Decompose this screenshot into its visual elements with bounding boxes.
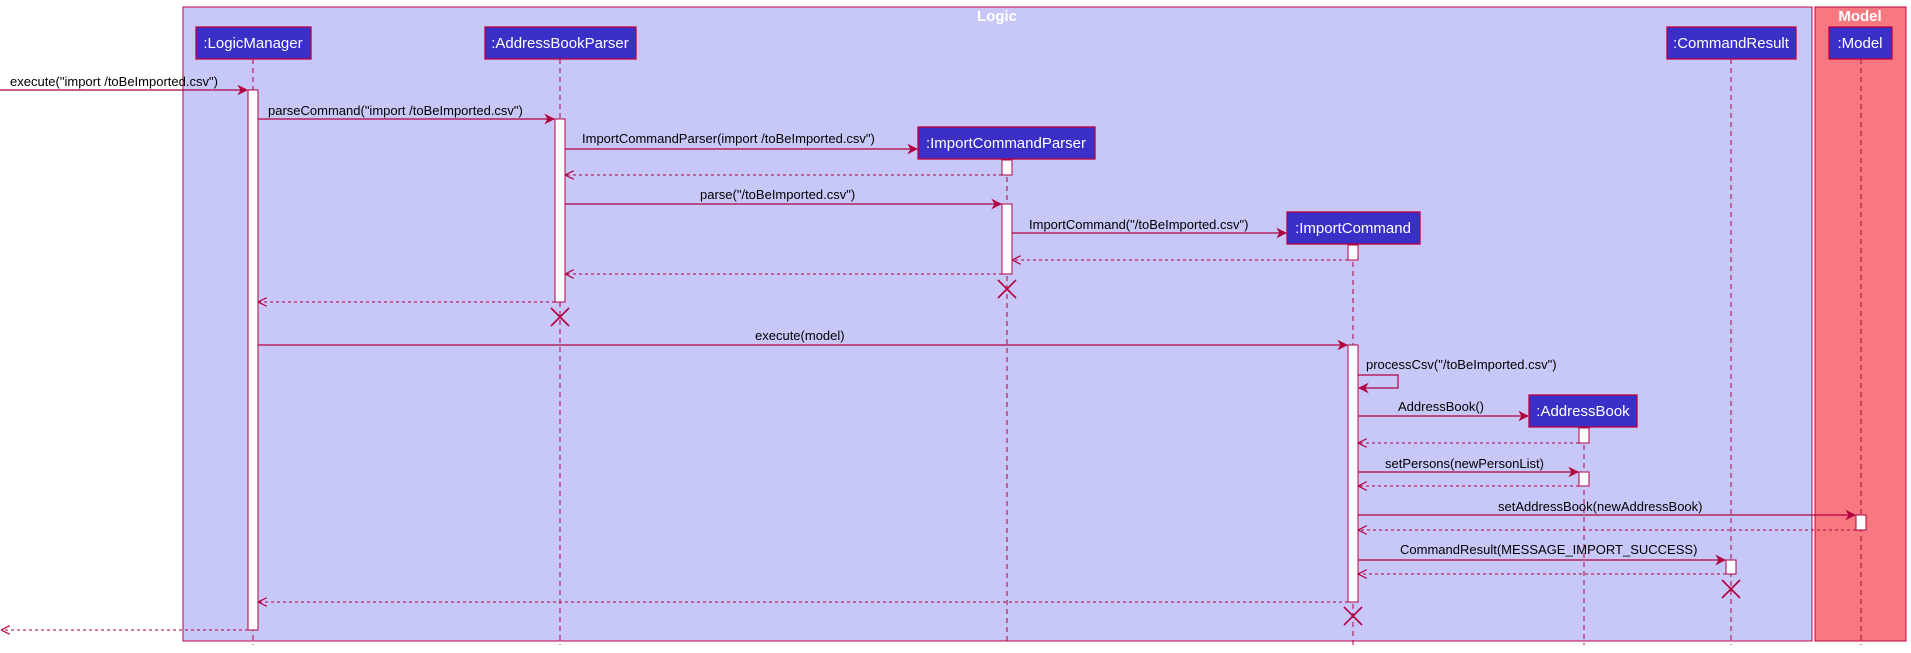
label-create-command-result: CommandResult(MESSAGE_IMPORT_SUCCESS) [1400, 542, 1697, 557]
svg-text::AddressBookParser: :AddressBookParser [491, 35, 629, 52]
svg-text::LogicManager: :LogicManager [203, 35, 302, 52]
activation-logic-manager [247, 89, 259, 631]
participant-import-command-parser: :ImportCommandParser [917, 126, 1096, 160]
svg-text::ImportCommand: :ImportCommand [1295, 220, 1411, 237]
activation-command-result [1725, 559, 1737, 575]
participant-logic-manager: :LogicManager [195, 26, 312, 60]
label-create-address-book: AddressBook() [1398, 399, 1484, 414]
label-process-csv: processCsv("/toBeImported.csv") [1366, 357, 1557, 372]
svg-text::AddressBook: :AddressBook [1536, 403, 1630, 420]
activation-address-book-create [1578, 427, 1590, 444]
model-box-title: Model [1838, 8, 1881, 25]
participant-command-result: :CommandResult [1666, 26, 1797, 60]
svg-text::Model: :Model [1837, 35, 1882, 52]
label-parse-command: parseCommand("import /toBeImported.csv") [268, 103, 523, 118]
activation-import-command [1347, 344, 1359, 603]
activation-address-book-set [1578, 471, 1590, 487]
sequence-diagram: Logic Model :LogicManager :AddressBookPa… [0, 6, 1907, 645]
label-execute-import: execute("import /toBeImported.csv") [10, 74, 218, 89]
label-execute-model: execute(model) [755, 328, 845, 343]
participant-import-command: :ImportCommand [1286, 211, 1421, 245]
svg-text::CommandResult: :CommandResult [1673, 35, 1790, 52]
label-set-address-book: setAddressBook(newAddressBook) [1498, 499, 1703, 514]
participant-address-book-parser: :AddressBookParser [484, 26, 637, 60]
svg-text::ImportCommandParser: :ImportCommandParser [926, 135, 1086, 152]
activation-address-book-parser [554, 118, 566, 303]
label-create-import-command-parser: ImportCommandParser(import /toBeImported… [582, 131, 875, 146]
label-create-import-command: ImportCommand("/toBeImported.csv") [1029, 217, 1248, 232]
logic-box-title: Logic [977, 8, 1017, 25]
activation-import-command-parser-create [1001, 159, 1013, 176]
activation-import-command-parser [1001, 203, 1013, 275]
participant-model: :Model [1828, 26, 1893, 60]
label-parse: parse("/toBeImported.csv") [700, 187, 855, 202]
activation-model [1855, 514, 1867, 531]
label-set-persons: setPersons(newPersonList) [1385, 456, 1544, 471]
activation-import-command-create [1347, 244, 1359, 261]
participant-address-book: :AddressBook [1528, 394, 1638, 428]
